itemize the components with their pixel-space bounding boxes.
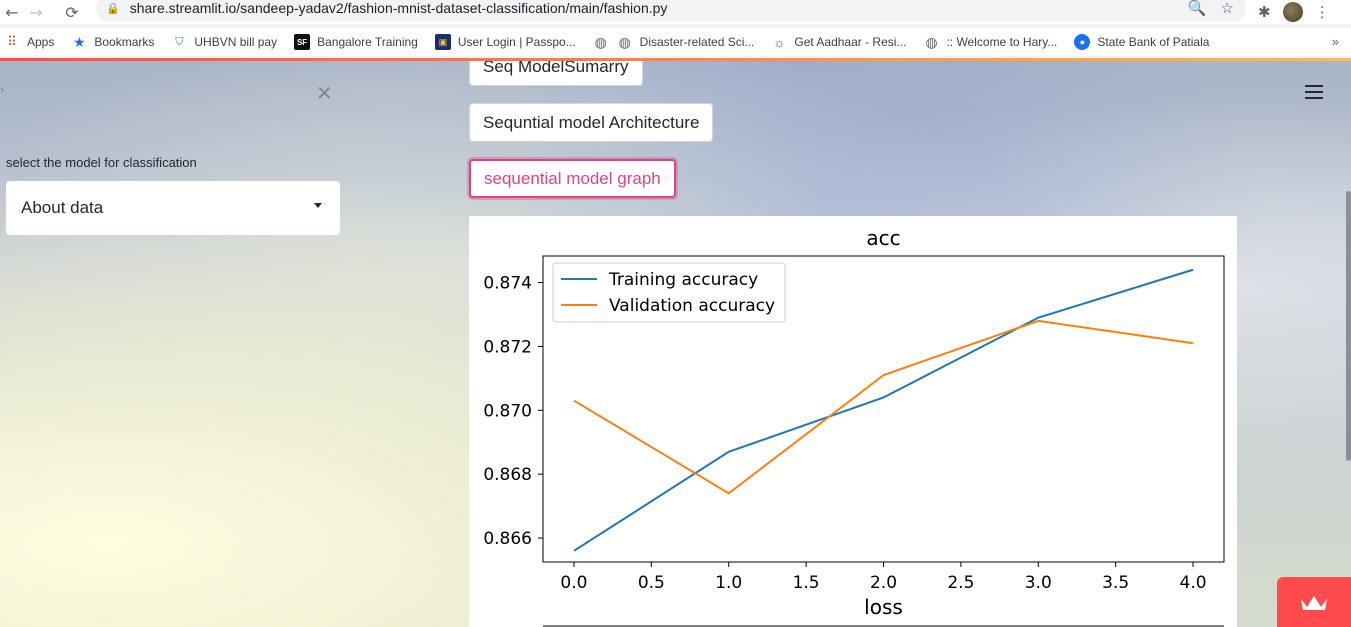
globe-icon: ◍ — [594, 33, 607, 50]
star-icon: ★ — [73, 33, 86, 50]
menu-dots-icon[interactable]: ⋮ — [1315, 3, 1330, 21]
y-tick-label: 0.866 — [483, 529, 532, 549]
streamlit-crown-icon — [1301, 596, 1327, 610]
back-icon[interactable]: ← — [0, 0, 24, 24]
seq-model-architecture-button[interactable]: Sequntial model Architecture — [469, 103, 714, 142]
reload-icon[interactable]: ⟳ — [60, 0, 84, 24]
apps-grid-icon: ⠿ — [7, 34, 17, 49]
passport-icon: ▣ — [434, 34, 451, 50]
bookmark-haryana[interactable]: ◍ :: Welcome to Hary... — [923, 34, 1057, 50]
forward-icon[interactable]: → — [24, 0, 48, 24]
address-bar[interactable]: 🔒 share.streamlit.io/sandeep-yadav2/fash… — [96, 0, 1246, 22]
lock-icon: 🔒 — [106, 2, 120, 15]
hamburger-menu-icon[interactable] — [1305, 85, 1323, 103]
globe-icon: ◍ — [925, 33, 938, 50]
bookmark-uhbvn[interactable]: ⛉ UHBVN bill pay — [171, 34, 277, 50]
x-tick-label: 0.0 — [560, 573, 587, 593]
zoom-icon[interactable]: 🔍 — [1188, 0, 1207, 17]
more-bookmarks-icon[interactable]: » — [1332, 34, 1339, 49]
bookmark-apps[interactable]: ⠿ Apps — [4, 34, 54, 50]
select-value: About data — [21, 198, 104, 217]
accuracy-loss-figure: acc 0.0 0.5 1.0 1.5 2.0 2.5 3.0 3.5 4.0 0.866 0.868… — [469, 216, 1237, 627]
extensions-icon[interactable]: ✱ — [1258, 3, 1271, 21]
aadhaar-icon: ☼ — [773, 34, 786, 50]
y-tick-label: 0.868 — [483, 465, 532, 485]
chevron-down-icon — [314, 203, 322, 208]
loss-chart-title: loss — [864, 595, 903, 619]
seq-model-graph-button[interactable]: sequential model graph — [469, 159, 676, 198]
uhbvn-icon: ⛉ — [175, 35, 184, 48]
streamlit-badge[interactable] — [1277, 577, 1351, 627]
y-tick-label: 0.870 — [483, 401, 532, 421]
globe-icon: ◍ — [618, 33, 631, 50]
bookmarks-bar: ⠿ Apps ★ Bookmarks ⛉ UHBVN bill pay SF B… — [0, 28, 1351, 56]
legend-label: Training accuracy — [608, 270, 758, 290]
bookmark-globe[interactable]: ◍ — [593, 34, 609, 50]
bookmark-aadhaar[interactable]: ☼ Get Aadhaar - Resi... — [771, 34, 906, 50]
bookmark-star-icon[interactable]: ☆ — [1221, 0, 1234, 17]
scrollbar[interactable] — [1346, 191, 1351, 461]
bookmark-passport[interactable]: ▣ User Login | Passpo... — [434, 34, 576, 50]
bookmark-bangalore[interactable]: SF Bangalore Training — [294, 34, 418, 50]
sidebar-arrow-icon: › — [0, 83, 5, 97]
legend-label: Validation accuracy — [609, 296, 775, 316]
sf-icon: SF — [294, 34, 311, 50]
avatar[interactable] — [1282, 2, 1303, 22]
y-tick-label: 0.874 — [483, 274, 532, 294]
x-tick-label: 3.5 — [1102, 573, 1129, 593]
url-text: share.streamlit.io/sandeep-yadav2/fashio… — [129, 0, 668, 16]
y-tick-label: 0.872 — [483, 337, 532, 357]
bookmark-sbp[interactable]: ● State Bank of Patiala — [1074, 34, 1209, 50]
x-tick-label: 3.0 — [1025, 573, 1052, 593]
x-tick-label: 4.0 — [1180, 573, 1207, 593]
chart-svg: acc 0.0 0.5 1.0 1.5 2.0 2.5 3.0 3.5 4.0 0.866 0.868… — [483, 226, 1225, 627]
x-tick-label: 1.0 — [715, 573, 742, 593]
sbp-icon: ● — [1074, 34, 1091, 50]
x-tick-label: 1.5 — [793, 573, 820, 593]
series-line-validation-accuracy — [573, 319, 1194, 495]
x-tick-label: 2.0 — [870, 573, 897, 593]
x-tick-label: 0.5 — [638, 573, 665, 593]
app-view: › ✕ select the model for classification … — [0, 61, 1351, 627]
close-sidebar-icon[interactable]: ✕ — [316, 81, 333, 105]
seq-model-summary-button[interactable]: Seq ModelSumarry — [469, 61, 643, 86]
model-select[interactable]: About data — [6, 181, 340, 235]
bookmark-disaster[interactable]: ◍ Disaster-related Sci... — [617, 34, 755, 50]
x-tick-label: 2.5 — [947, 573, 974, 593]
browser-toolbar: ← → ⟳ 🔒 share.streamlit.io/sandeep-yadav… — [0, 0, 1351, 24]
select-label: select the model for classification — [6, 155, 197, 170]
chart-title: acc — [866, 226, 900, 250]
bookmark-bookmarks[interactable]: ★ Bookmarks — [71, 34, 154, 50]
